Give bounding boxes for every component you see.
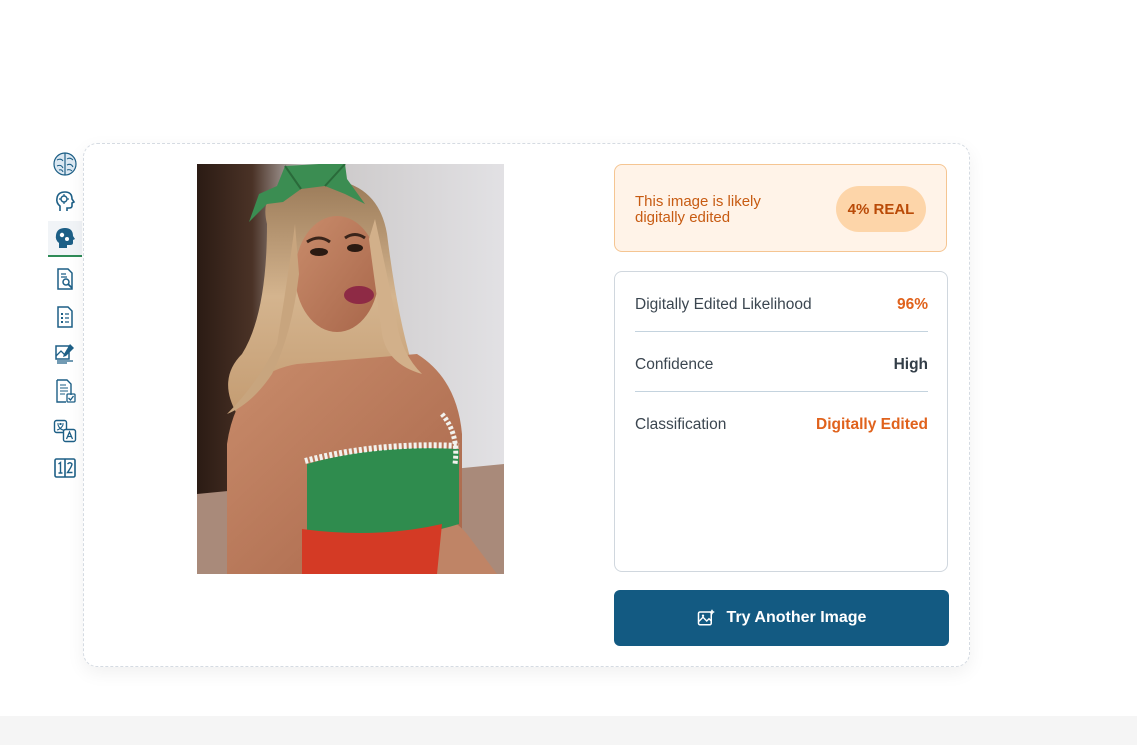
stats-panel: Digitally Edited Likelihood 96% Confiden… [614, 271, 948, 572]
stat-value: High [893, 355, 928, 373]
try-another-image-button[interactable]: Try Another Image [614, 590, 949, 646]
document-check-icon [56, 379, 76, 403]
tool-document-check[interactable] [48, 376, 82, 406]
image-edit-icon [55, 344, 74, 364]
tool-image-edit[interactable] [48, 338, 82, 368]
tool-document-list[interactable] [48, 302, 82, 332]
image-add-icon [697, 609, 714, 626]
verdict-text: This image is likely digitally edited [635, 193, 761, 226]
real-score-badge: 4% REAL [836, 186, 926, 232]
try-another-image-label: Try Another Image [726, 609, 867, 626]
tool-translate[interactable] [48, 416, 82, 446]
stat-value: Digitally Edited [816, 416, 928, 433]
tool-head-puzzle[interactable] [48, 221, 82, 257]
compare-numbers-icon [54, 458, 76, 478]
verdict-banner: This image is likely digitally edited 4%… [614, 164, 947, 252]
document-search-icon [57, 268, 73, 290]
stat-row-likelihood: Digitally Edited Likelihood 96% [635, 278, 928, 332]
head-profile-icon [56, 191, 76, 211]
footer-band [0, 716, 1137, 745]
stat-row-confidence: Confidence High [635, 338, 928, 392]
head-puzzle-icon [55, 228, 75, 248]
stat-row-classification: Classification Digitally Edited [635, 398, 928, 452]
translate-icon [53, 419, 77, 443]
stat-value: 96% [896, 295, 928, 313]
stat-label: Digitally Edited Likelihood [635, 295, 812, 313]
tool-head-profile[interactable] [48, 186, 82, 216]
stat-label: Classification [635, 416, 727, 433]
stat-label: Confidence [635, 355, 714, 373]
tool-compare-numbers[interactable] [48, 453, 82, 483]
document-list-icon [57, 306, 73, 328]
tool-document-search[interactable] [48, 264, 82, 294]
analyzed-image [197, 164, 504, 574]
tool-brain[interactable] [48, 149, 82, 179]
brain-icon [53, 152, 77, 176]
